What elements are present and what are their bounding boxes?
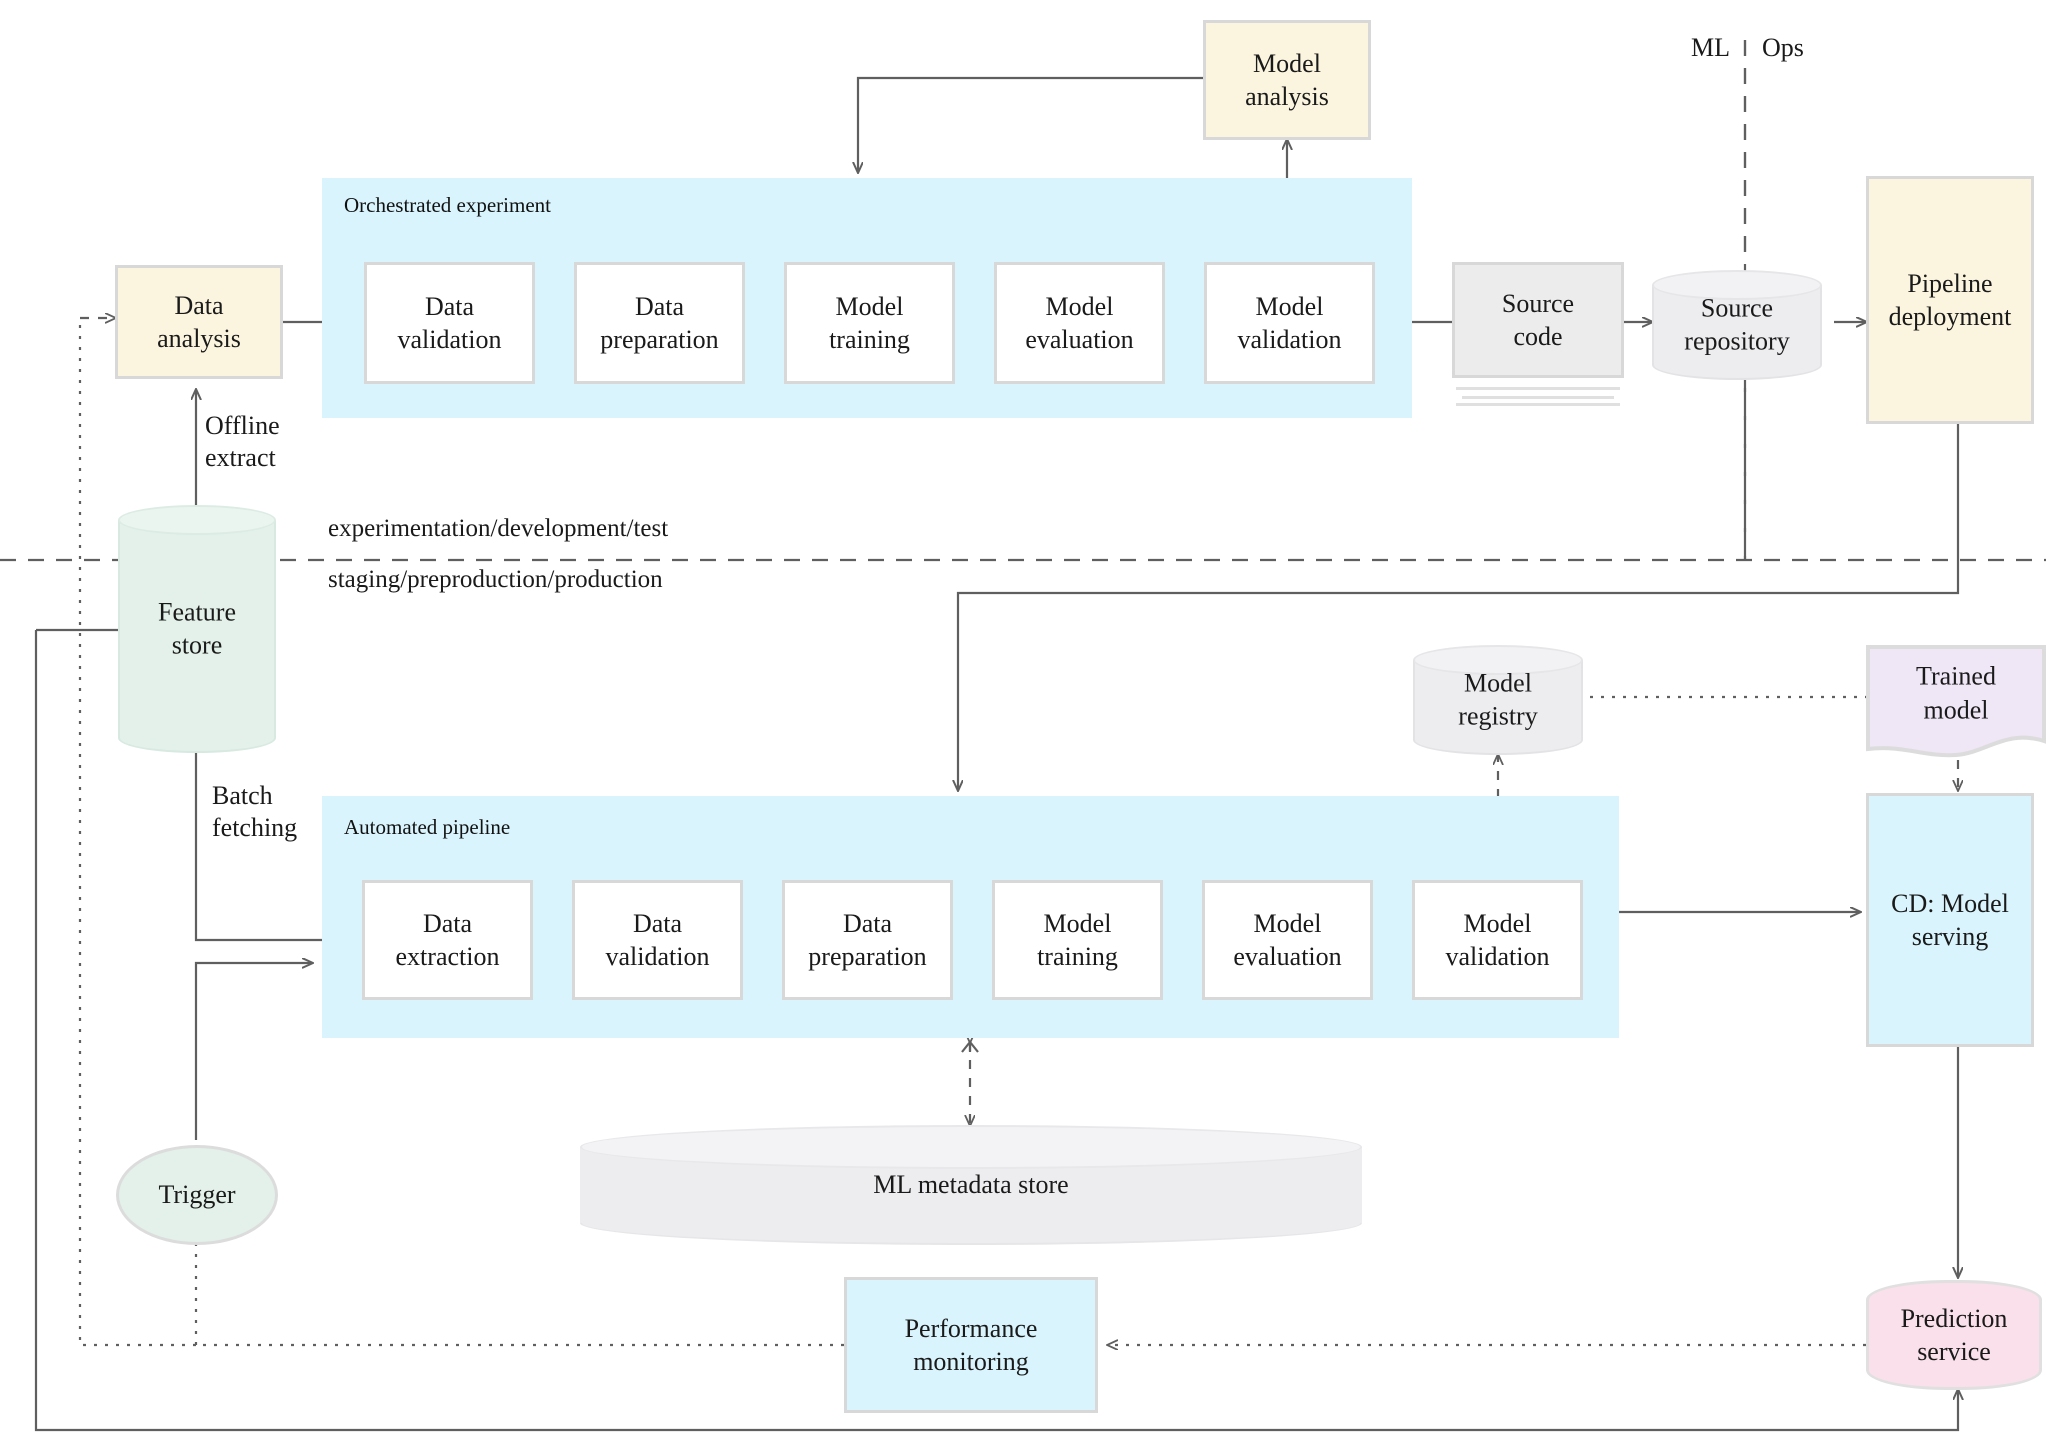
- source-code-stack-line-1: [1456, 387, 1620, 390]
- node-data-analysis-label: Data analysis: [157, 290, 241, 353]
- node-auto-model-training-label: Model training: [1037, 908, 1118, 971]
- node-source-repository-label: Source repository: [1684, 293, 1790, 356]
- node-auto-data-preparation[interactable]: Data preparation: [782, 880, 953, 1000]
- node-trained-model[interactable]: Trained model: [1866, 645, 2046, 760]
- node-performance-monitoring-label: Performance monitoring: [904, 1313, 1038, 1376]
- node-pipeline-deployment-label: Pipeline deployment: [1888, 268, 2012, 331]
- node-trigger[interactable]: Trigger: [116, 1145, 278, 1245]
- node-auto-model-validation-label: Model validation: [1445, 908, 1550, 971]
- node-auto-data-extraction-label: Data extraction: [395, 908, 500, 971]
- node-auto-model-training[interactable]: Model training: [992, 880, 1163, 1000]
- edge-label-batch-fetching: Batch fetching: [212, 781, 298, 842]
- node-trigger-label: Trigger: [158, 1180, 236, 1209]
- node-auto-model-evaluation-label: Model evaluation: [1233, 908, 1342, 971]
- node-performance-monitoring[interactable]: Performance monitoring: [844, 1277, 1098, 1413]
- panel-orchestrated-experiment-title: Orchestrated experiment: [344, 193, 551, 217]
- node-trained-model-label: Trained model: [1916, 662, 1996, 725]
- node-exp-model-validation-label: Model validation: [1237, 291, 1342, 354]
- node-exp-data-validation-label: Data validation: [397, 291, 502, 354]
- node-auto-model-validation[interactable]: Model validation: [1412, 880, 1583, 1000]
- node-exp-data-preparation-label: Data preparation: [600, 291, 719, 354]
- edge-label-offline-extract: Offline extract: [205, 411, 280, 472]
- node-model-analysis[interactable]: Model analysis: [1203, 20, 1371, 140]
- node-pipeline-deployment[interactable]: Pipeline deployment: [1866, 176, 2034, 424]
- node-exp-model-evaluation[interactable]: Model evaluation: [994, 262, 1165, 384]
- node-model-analysis-label: Model analysis: [1245, 48, 1329, 111]
- node-exp-model-evaluation-label: Model evaluation: [1025, 291, 1134, 354]
- edge-model-analysis-to-experiment: [858, 76, 1203, 172]
- source-code-stack-line-2: [1462, 396, 1614, 399]
- ops-label: Ops: [1762, 33, 1804, 62]
- node-exp-data-preparation[interactable]: Data preparation: [574, 262, 745, 384]
- node-feature-store[interactable]: Feature store: [118, 505, 276, 753]
- cylinder-top: [118, 505, 276, 535]
- mlops-architecture-diagram: Orchestrated experiment Automated pipeli…: [0, 0, 2046, 1445]
- node-source-code[interactable]: Source code: [1452, 262, 1624, 378]
- node-auto-data-validation[interactable]: Data validation: [572, 880, 743, 1000]
- node-data-analysis[interactable]: Data analysis: [115, 265, 283, 379]
- node-auto-model-evaluation[interactable]: Model evaluation: [1202, 880, 1373, 1000]
- upper-env-label: experimentation/development/test: [328, 515, 669, 542]
- source-code-stack-line-3: [1456, 403, 1620, 406]
- panel-automated-pipeline-title: Automated pipeline: [344, 815, 511, 839]
- node-ml-metadata-store-label: ML metadata store: [873, 1170, 1069, 1199]
- node-auto-data-extraction[interactable]: Data extraction: [362, 880, 533, 1000]
- node-auto-data-validation-label: Data validation: [605, 908, 710, 971]
- lower-env-label: staging/preproduction/production: [328, 566, 663, 593]
- node-feature-store-label: Feature store: [158, 597, 236, 660]
- node-cd-model-serving-label: CD: Model serving: [1891, 888, 2009, 951]
- node-model-registry[interactable]: Model registry: [1413, 645, 1583, 755]
- ml-label: ML: [1691, 33, 1730, 62]
- node-prediction-service-label: Prediction service: [1900, 1303, 2008, 1366]
- node-cd-model-serving[interactable]: CD: Model serving: [1866, 793, 2034, 1047]
- disc-top: [580, 1125, 1362, 1169]
- node-model-registry-label: Model registry: [1458, 668, 1538, 731]
- edge-trigger-to-data-extraction: [194, 963, 312, 1140]
- node-exp-model-training-label: Model training: [829, 291, 910, 354]
- node-exp-model-training[interactable]: Model training: [784, 262, 955, 384]
- node-exp-model-validation[interactable]: Model validation: [1204, 262, 1375, 384]
- metadata-up-arrowhead: [961, 1040, 979, 1053]
- node-ml-metadata-store[interactable]: ML metadata store: [580, 1125, 1362, 1245]
- node-source-code-label: Source code: [1501, 288, 1575, 351]
- node-prediction-service[interactable]: Prediction service: [1866, 1280, 2042, 1390]
- node-auto-data-preparation-label: Data preparation: [808, 908, 927, 971]
- node-exp-data-validation[interactable]: Data validation: [364, 262, 535, 384]
- node-source-repository[interactable]: Source repository: [1652, 270, 1822, 380]
